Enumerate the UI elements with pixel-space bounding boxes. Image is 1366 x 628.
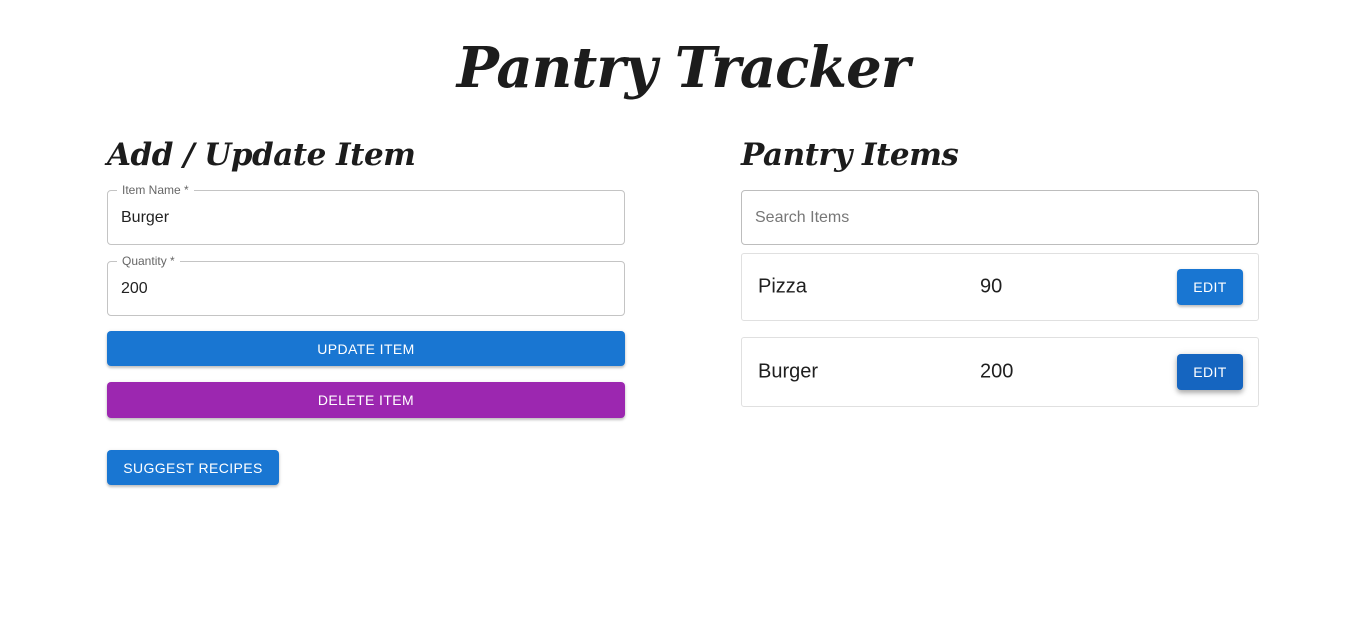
pantry-item-card: Burger 200 Edit xyxy=(741,337,1259,407)
search-field xyxy=(741,190,1259,245)
edit-item-button[interactable]: Edit xyxy=(1177,269,1243,305)
app-title: Pantry Tracker xyxy=(456,35,910,101)
quantity-input[interactable] xyxy=(121,262,611,315)
search-input[interactable] xyxy=(755,191,1245,244)
pantry-item-card: Pizza 90 Edit xyxy=(741,253,1259,321)
form-heading: Add / Update Item xyxy=(107,137,416,173)
pantry-item-quantity: 200 xyxy=(980,360,1014,383)
pantry-item-quantity: 90 xyxy=(980,275,1003,298)
update-item-button[interactable]: Update Item xyxy=(107,331,625,366)
pantry-item-name: Burger xyxy=(758,360,819,383)
quantity-field: Quantity * xyxy=(107,254,625,316)
suggest-recipes-button[interactable]: Suggest Recipes xyxy=(107,450,279,485)
pantry-item-name: Pizza xyxy=(758,275,807,298)
pantry-heading: Pantry Items xyxy=(741,137,959,173)
item-name-input[interactable] xyxy=(121,191,611,244)
item-name-field: Item Name * xyxy=(107,183,625,245)
delete-item-button[interactable]: Delete Item xyxy=(107,382,625,418)
edit-item-button[interactable]: Edit xyxy=(1177,354,1243,390)
